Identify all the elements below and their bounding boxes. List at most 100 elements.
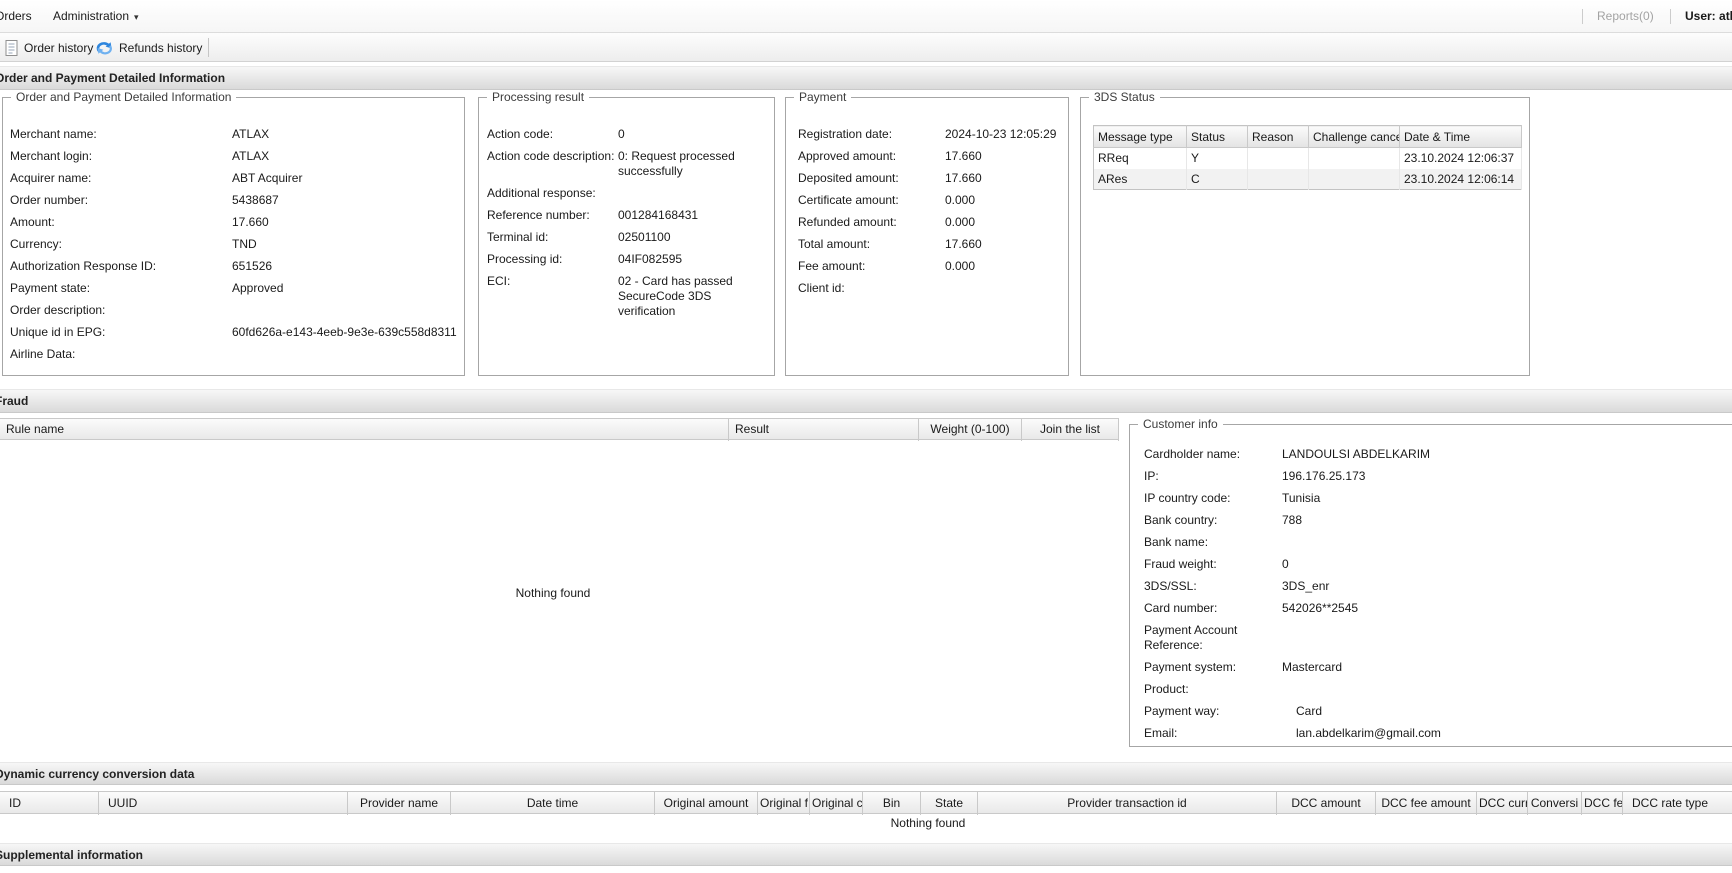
- field-processing-id: Processing id:04IF082595: [487, 252, 768, 267]
- field-additional-response: Additional response:: [487, 186, 768, 201]
- toolbar-separator: [208, 38, 209, 57]
- field-3ds-ssl: 3DS/SSL:3DS_enr: [1144, 579, 1732, 594]
- fraud-col-result: Result: [729, 419, 919, 441]
- user-label: User: atlax: [1685, 0, 1732, 33]
- processing-result-legend: Processing result: [487, 90, 589, 104]
- field-currency: Currency:TND: [10, 237, 458, 252]
- dcc-col-uuid: UUID: [99, 792, 348, 815]
- payment-panel: Payment Registration date:2024-10-23 12:…: [785, 97, 1069, 376]
- document-icon: [5, 40, 18, 56]
- section-supplemental-header: Supplemental information: [0, 843, 1732, 866]
- field-payment-account-reference: Payment Account Reference:: [1144, 623, 1732, 653]
- section-order-payment-header: Order and Payment Detailed Information: [0, 66, 1732, 90]
- order-details-legend: Order and Payment Detailed Information: [11, 90, 236, 104]
- order-details-panel: Order and Payment Detailed Information M…: [2, 97, 465, 376]
- field-fee-amount: Fee amount:0.000: [798, 259, 1062, 274]
- dcc-col-dcc-amount: DCC amount: [1277, 792, 1376, 815]
- field-payment-system: Payment system:Mastercard: [1144, 660, 1732, 675]
- dcc-col-dcc-currency: DCC curr: [1477, 792, 1528, 815]
- threeds-status-table: Message type Status Reason Challenge can…: [1093, 125, 1522, 190]
- payment-legend: Payment: [794, 90, 851, 104]
- menu-administration-label: Administration: [53, 9, 129, 23]
- menubar-separator: [1582, 9, 1583, 24]
- field-bank-name: Bank name:: [1144, 535, 1732, 550]
- dcc-col-conversion: Conversi: [1528, 792, 1582, 815]
- field-fraud-weight: Fraud weight:0: [1144, 557, 1732, 572]
- field-acquirer-name: Acquirer name:ABT Acquirer: [10, 171, 458, 186]
- menubar: Orders Administration ▾ Reports(0) User: …: [0, 0, 1732, 33]
- field-ip-country-code: IP country code:Tunisia: [1144, 491, 1732, 506]
- dcc-col-dcc-fee-amount: DCC fee amount: [1376, 792, 1477, 815]
- field-action-code: Action code:0: [487, 127, 768, 142]
- threeds-col-challenge-cancel: Challenge cancel: [1309, 126, 1400, 148]
- section-dcc-header: Dynamic currency conversion data: [0, 762, 1732, 785]
- field-total-amount: Total amount:17.660: [798, 237, 1062, 252]
- field-cardholder-name: Cardholder name:LANDOULSI ABDELKARIM: [1144, 447, 1732, 462]
- menu-reports[interactable]: Reports(0): [1597, 0, 1654, 33]
- refresh-icon: [96, 41, 113, 55]
- dcc-col-provider-name: Provider name: [348, 792, 451, 815]
- dcc-col-original-fee: Original f: [758, 792, 810, 815]
- dcc-empty-message: Nothing found: [0, 816, 1732, 830]
- menu-orders[interactable]: Orders: [0, 0, 32, 33]
- threeds-col-message-type: Message type: [1094, 126, 1187, 148]
- menubar-separator: [1670, 9, 1671, 24]
- dcc-col-bin: Bin: [863, 792, 921, 815]
- dcc-col-original-currency: Original c: [810, 792, 863, 815]
- dcc-col-provider-transaction-id: Provider transaction id: [978, 792, 1277, 815]
- field-order-description: Order description:: [10, 303, 458, 318]
- order-history-button[interactable]: Order history: [5, 33, 93, 62]
- fraud-col-rule-name: Rule name: [0, 419, 729, 441]
- field-merchant-login: Merchant login:ATLAX: [10, 149, 458, 164]
- customer-info-panel: Customer info Cardholder name:LANDOULSI …: [1129, 424, 1732, 747]
- field-payment-way: Payment way:Card: [1144, 704, 1732, 719]
- threeds-col-reason: Reason: [1248, 126, 1309, 148]
- fraud-table-header: Rule name Result Weight (0-100) Join the…: [0, 418, 1119, 440]
- threeds-row: RReq Y 23.10.2024 12:06:37: [1094, 148, 1522, 169]
- field-auth-response-id: Authorization Response ID:651526: [10, 259, 458, 274]
- field-unique-id-epg: Unique id in EPG:60fd626a-e143-4eeb-9e3e…: [10, 325, 458, 340]
- dcc-col-id: ID: [0, 792, 99, 815]
- field-action-code-description: Action code description:0: Request proce…: [487, 149, 768, 179]
- field-email: Email:lan.abdelkarim@gmail.com: [1144, 726, 1732, 741]
- chevron-down-icon: ▾: [134, 12, 139, 22]
- field-eci: ECI:02 - Card has passed SecureCode 3DS …: [487, 274, 768, 319]
- dcc-table-header: ID UUID Provider name Date time Original…: [0, 791, 1732, 814]
- toolbar: Order history Refunds history: [0, 33, 1732, 62]
- field-payment-state: Payment state:Approved: [10, 281, 458, 296]
- field-client-id: Client id:: [798, 281, 1062, 296]
- section-fraud-header: Fraud: [0, 389, 1732, 413]
- fraud-col-join-list: Join the list: [1022, 419, 1119, 441]
- dcc-col-date-time: Date time: [451, 792, 655, 815]
- fraud-col-weight: Weight (0-100): [919, 419, 1022, 441]
- field-bank-country: Bank country:788: [1144, 513, 1732, 528]
- threeds-col-status: Status: [1187, 126, 1248, 148]
- refunds-history-button[interactable]: Refunds history: [96, 33, 202, 62]
- field-card-number: Card number:542026**2545: [1144, 601, 1732, 616]
- field-amount: Amount:17.660: [10, 215, 458, 230]
- dcc-col-dcc-fee: DCC fee: [1582, 792, 1623, 815]
- processing-result-panel: Processing result Action code:0 Action c…: [478, 97, 775, 376]
- field-airline-data: Airline Data:: [10, 347, 458, 362]
- threeds-status-panel: 3DS Status Message type Status Reason Ch…: [1080, 97, 1530, 376]
- refunds-history-label: Refunds history: [119, 41, 202, 55]
- field-reference-number: Reference number:001284168431: [487, 208, 768, 223]
- dcc-col-dcc-rate-type: DCC rate type: [1623, 792, 1732, 815]
- field-product: Product:: [1144, 682, 1732, 697]
- field-order-number: Order number:5438687: [10, 193, 458, 208]
- field-terminal-id: Terminal id:02501100: [487, 230, 768, 245]
- customer-info-legend: Customer info: [1138, 417, 1223, 431]
- field-certificate-amount: Certificate amount:0.000: [798, 193, 1062, 208]
- field-approved-amount: Approved amount:17.660: [798, 149, 1062, 164]
- threeds-col-datetime: Date & Time: [1400, 126, 1522, 148]
- threeds-status-legend: 3DS Status: [1089, 90, 1160, 104]
- field-registration-date: Registration date:2024-10-23 12:05:29: [798, 127, 1062, 142]
- fraud-empty-message: Nothing found: [0, 586, 1106, 600]
- dcc-col-original-amount: Original amount: [655, 792, 758, 815]
- menu-administration[interactable]: Administration ▾: [53, 0, 139, 33]
- field-deposited-amount: Deposited amount:17.660: [798, 171, 1062, 186]
- threeds-row: ARes C 23.10.2024 12:06:14: [1094, 169, 1522, 190]
- dcc-col-state: State: [921, 792, 978, 815]
- field-ip: IP:196.176.25.173: [1144, 469, 1732, 484]
- order-history-label: Order history: [24, 41, 93, 55]
